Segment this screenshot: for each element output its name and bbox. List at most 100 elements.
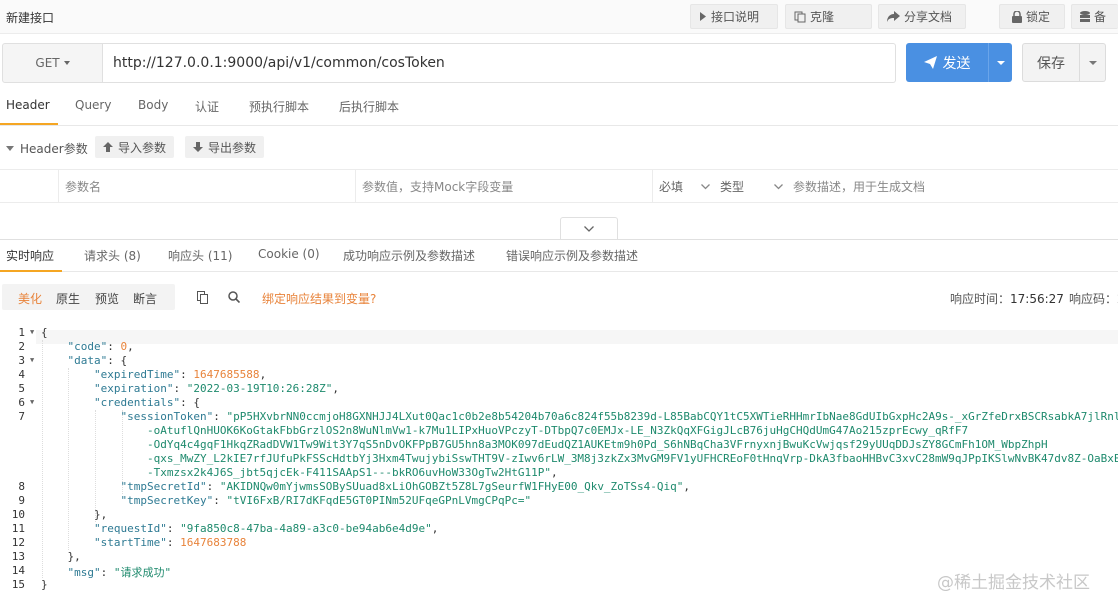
doc-button[interactable]: 接口说明 (690, 4, 778, 29)
tab-request-headers[interactable]: 请求头 (8) (84, 247, 141, 264)
import-params-label: 导入参数 (118, 140, 167, 155)
lock-icon (1012, 10, 1022, 23)
response-tabs: 实时响应 请求头 (8) 响应头 (11) Cookie (0) 成功响应示例及… (0, 239, 1118, 272)
active-tab-indicator (0, 123, 58, 125)
active-line-highlight (0, 330, 1118, 344)
tab-query[interactable]: Query (75, 98, 111, 112)
response-body-editor[interactable]: 1 ▼ 2 3 ▼ 4 5 6 ▼ 7 8 9 10 11 12 13 14 1… (0, 324, 1118, 607)
search-icon[interactable] (228, 291, 240, 303)
fold-caret-icon[interactable]: ▼ (30, 356, 36, 364)
tab-auth[interactable]: 认证 (195, 98, 219, 115)
line-number-gutter: 1 ▼ 2 3 ▼ 4 5 6 ▼ 7 8 9 10 11 12 13 14 1… (0, 324, 36, 607)
tab-realtime-response[interactable]: 实时响应 (6, 247, 54, 264)
collapse-panel-button[interactable] (560, 217, 618, 239)
response-time-label: 响应时间： (950, 292, 1011, 306)
code-line: "expiration": "2022-03-19T10:26:28Z", (93, 382, 340, 395)
lock-button[interactable]: 锁定 (999, 4, 1065, 29)
code-line: "credentials": { (93, 396, 200, 409)
page-title: 新建接口 (6, 11, 55, 25)
line-number: 13 (11, 550, 25, 563)
tmp-secret-id-value: "AKIDNQw0mYjwmsSOBySUuad8xLiOhGOBZt5Z8L7… (219, 480, 684, 493)
arrow-up-icon (103, 142, 113, 152)
code-line: "tmpSecretId": "AKIDNQw0mYjwmsSOBySUuad8… (120, 480, 691, 493)
chevron-down-icon (701, 183, 710, 189)
chevron-down-icon (774, 183, 783, 189)
expiration-value: "2022-03-19T10:26:28Z" (186, 382, 333, 395)
format-pretty[interactable]: 美化 (18, 290, 42, 307)
required-label: 必填 (659, 180, 684, 194)
tab-header[interactable]: Header (6, 98, 50, 112)
start-time-value: 1647683788 (180, 536, 247, 549)
line-number: 7 (18, 410, 25, 423)
method-select[interactable]: GET (2, 43, 103, 83)
request-id-value: "9fa850c8-47ba-4a89-a3c0-be94ab6e4d9e" (180, 522, 432, 535)
arrow-down-icon (193, 142, 203, 152)
caret-down-icon (6, 146, 14, 151)
format-raw[interactable]: 原生 (56, 290, 80, 307)
line-number: 4 (18, 368, 25, 381)
tab-response-headers[interactable]: 响应头 (11) (168, 247, 232, 264)
fold-caret-icon[interactable]: ▼ (30, 328, 36, 336)
line-number: 6 (18, 396, 25, 409)
share-button[interactable]: 分享文档 (878, 4, 966, 29)
header-params-label: Header参数 (20, 142, 88, 156)
param-name-input[interactable]: 参数名 (58, 170, 355, 203)
param-value-input[interactable]: 参数值，支持Mock字段变量 (355, 170, 652, 203)
param-desc-input[interactable]: 参数描述，用于生成文档 (768, 170, 1118, 203)
tab-success-example[interactable]: 成功响应示例及参数描述 (343, 247, 475, 264)
clone-button-label: 克隆 (810, 10, 835, 24)
bind-response-variable-link[interactable]: 绑定响应结果到变量? (262, 290, 376, 307)
send-button[interactable]: 发送 (906, 43, 988, 82)
code-line-wrap: -OdYq4c4gqF1HkqZRadDVW1Tw9Wit3Y7qS5nDvOK… (41, 438, 1048, 451)
line-number: 8 (18, 480, 25, 493)
lock-button-label: 锁定 (1026, 10, 1051, 24)
url-value: http://127.0.0.1:9000/api/v1/common/cosT… (113, 55, 445, 71)
line-number: 15 (11, 578, 25, 591)
line-number: 1 (18, 326, 25, 339)
save-button-label: 保存 (1037, 55, 1065, 72)
tab-cookie[interactable]: Cookie (0) (258, 247, 320, 261)
row-select-cell (0, 170, 58, 203)
type-label: 类型 (720, 180, 745, 194)
params-row: 参数名 参数值，支持Mock字段变量 必填 类型 参数描述，用于生成文档 (0, 170, 1118, 203)
header-params-toggle[interactable]: Header参数 (6, 140, 88, 157)
method-value: GET (35, 56, 60, 70)
type-select[interactable]: 类型 (695, 170, 768, 203)
session-token-value: -oAtuflQnHUOK6KoGtakFbbGrzlOS2n8WuNlmVw1… (146, 424, 969, 437)
import-params-button[interactable]: 导入参数 (95, 136, 175, 158)
line-number: 12 (11, 536, 25, 549)
send-button-label: 发送 (942, 55, 971, 72)
code-line-wrap: -qxs_MwZY_L2kIE7rfJUfuPkFSScHdtbYj3Hxm4T… (41, 452, 1118, 465)
send-options-button[interactable] (988, 43, 1012, 82)
response-code-label: 响应码： (1069, 292, 1118, 306)
response-code: 响应码：2 (1069, 290, 1118, 307)
tmp-secret-key-value: "tVI6FxB/RI7dKFqdE5GT0PINm52UFqeGPnLVmgC… (226, 494, 532, 507)
tab-pre-script[interactable]: 预执行脚本 (249, 98, 309, 115)
session-token-value: -qxs_MwZY_L2kIE7rfJUfuPkFSScHdtbYj3Hxm4T… (146, 452, 1118, 465)
code-line: "tmpSecretKey": "tVI6FxB/RI7dKFqdE5GT0PI… (120, 494, 532, 507)
code-line: { (41, 326, 48, 339)
fold-caret-icon[interactable]: ▼ (30, 398, 36, 406)
code-line: "requestId": "9fa850c8-47ba-4a89-a3c0-be… (93, 522, 439, 535)
code-line: "code": 0, (67, 340, 134, 353)
tab-error-example[interactable]: 错误响应示例及参数描述 (506, 247, 638, 264)
save-options-button[interactable] (1080, 43, 1106, 82)
clone-button[interactable]: 克隆 (785, 4, 872, 29)
expired-time-value: 1647685588 (193, 368, 260, 381)
tab-body[interactable]: Body (138, 98, 168, 112)
code-line: "msg": "请求成功" (67, 566, 172, 579)
format-assert[interactable]: 断言 (133, 290, 157, 307)
save-button[interactable]: 保存 (1022, 43, 1080, 82)
line-number: 10 (11, 508, 25, 521)
copy-icon[interactable] (197, 291, 209, 304)
code-line: "sessionToken": "pP5HXvbrNN0ccmjoH8GXNHJ… (41, 410, 1118, 423)
export-params-button[interactable]: 导出参数 (185, 136, 265, 158)
url-input[interactable]: http://127.0.0.1:9000/api/v1/common/cosT… (103, 43, 896, 83)
copy-icon (794, 11, 806, 22)
required-toggle[interactable]: 必填 (652, 170, 695, 203)
tab-post-script[interactable]: 后执行脚本 (339, 98, 399, 115)
more-button[interactable]: 备 (1071, 4, 1118, 29)
line-number: 3 (18, 354, 25, 367)
format-preview[interactable]: 预览 (95, 290, 119, 307)
response-time-value: 17:56:27 (1010, 292, 1064, 306)
